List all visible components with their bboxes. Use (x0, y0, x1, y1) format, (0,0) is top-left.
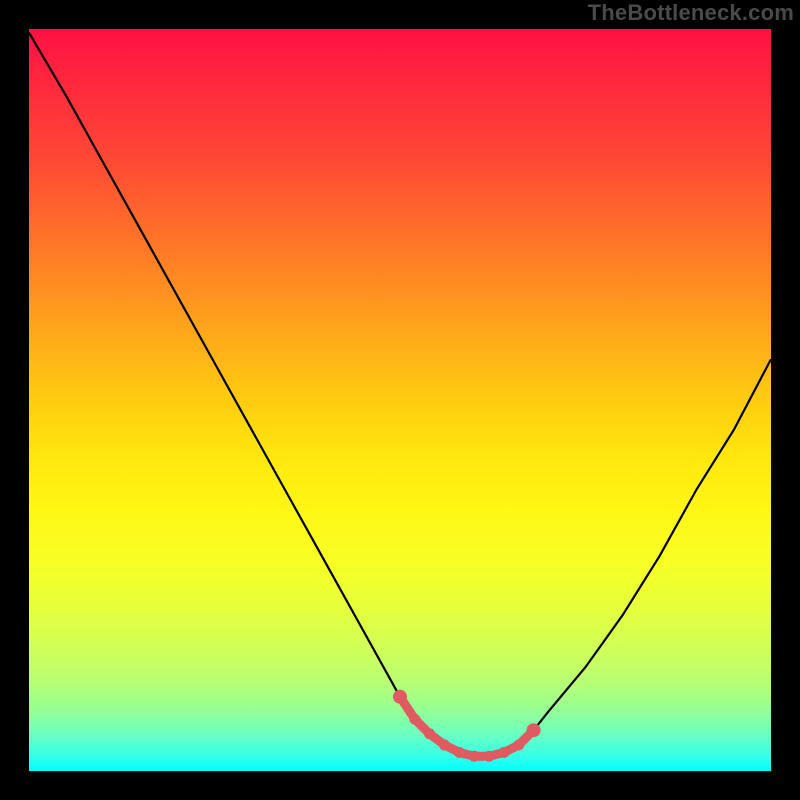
highlight-marker (393, 690, 407, 704)
curve-path (29, 33, 771, 757)
highlight-marker (498, 747, 509, 758)
chart-stage: TheBottleneck.com (0, 0, 800, 800)
highlight-marker (424, 728, 435, 739)
highlight-band (400, 697, 534, 756)
highlight-marker (409, 714, 420, 725)
highlight-marker (513, 740, 524, 751)
highlight-marker (484, 751, 495, 762)
highlight-marker (439, 740, 450, 751)
bottleneck-curve (29, 29, 771, 771)
highlight-marker (454, 747, 465, 758)
highlight-marker (527, 723, 541, 737)
plot-area (29, 29, 771, 771)
highlight-marker (469, 751, 480, 762)
marker-group (393, 690, 541, 762)
watermark-label: TheBottleneck.com (588, 0, 794, 26)
